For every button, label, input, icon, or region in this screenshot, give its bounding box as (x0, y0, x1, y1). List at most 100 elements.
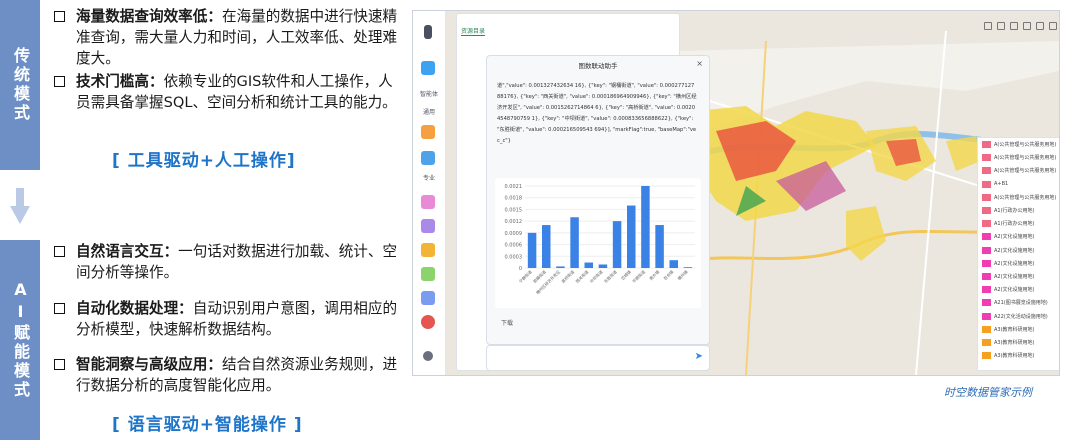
legend-item: A3(教育科研用地) (978, 336, 1059, 349)
bullet-square-icon (54, 246, 65, 257)
x-tick-label: 横州镇 (676, 268, 689, 281)
y-tick-label: 0.0018 (505, 196, 523, 202)
y-tick-label: 0.0003 (505, 254, 523, 260)
legend-swatch (982, 220, 991, 228)
legend-swatch (982, 207, 991, 215)
pen-icon[interactable] (421, 195, 435, 209)
legend-label: A+B1 (994, 181, 1009, 188)
chart-bar (612, 221, 622, 268)
x-tick-label: 高桥街道 (560, 268, 576, 284)
legend-swatch (982, 286, 991, 294)
chat-input[interactable]: ➤ (486, 345, 710, 371)
y-tick-label: 0 (519, 266, 522, 272)
bullet-square-icon (54, 11, 65, 22)
legend-label: A21(图书展览设施用地) (994, 300, 1048, 307)
legend-swatch (982, 272, 991, 280)
app-screenshot: 智能体 通用 专业 资源目录 图数联动助手 × 道","value": 0.00… (412, 10, 1060, 376)
x-tick-label: 横州区经济开发区 (534, 268, 561, 295)
legend-item: A3(教育科研用地) (978, 349, 1059, 362)
legend-label: A1(行政办公用地) (994, 221, 1035, 228)
y-tick-label: 0.0015 (505, 207, 523, 213)
legend-swatch (982, 259, 991, 267)
chart-bar (584, 262, 593, 268)
legend-swatch (982, 338, 991, 346)
ai-item-2: 自动化数据处理：自动识别用户意图，调用相应的分析模型，快速解析数据结构。 (54, 298, 399, 340)
x-tick-label: 中坝街道 (588, 268, 604, 284)
legend-label: A2(文化设施用地) (994, 287, 1035, 294)
legend-label: A3(教育科研用地) (994, 326, 1035, 333)
chart-bar (570, 217, 579, 268)
tab-resource-catalog[interactable]: 资源目录 (461, 26, 486, 36)
legend-item: A(公共管理与公共服务用地) (978, 164, 1059, 177)
map-legend: A(公共管理与公共服务用地) A(公共管理与公共服务用地) A(公共管理与公共服务用… (977, 137, 1059, 371)
legend-label: A1(行政办公用地) (994, 208, 1035, 215)
legend-label: A(公共管理与公共服务用地) (994, 155, 1057, 162)
legend-label: A(公共管理与公共服务用地) (994, 194, 1057, 201)
legend-label: A2(文化设施用地) (994, 273, 1035, 280)
rail-label: 专业 (422, 175, 435, 182)
chat-icon[interactable] (421, 61, 435, 75)
document-icon[interactable] (421, 125, 435, 139)
legend-item: A+B1 (978, 178, 1059, 191)
y-tick-label: 0.0021 (505, 184, 523, 190)
legend-swatch (982, 167, 991, 175)
rectangle-tool-icon[interactable] (1036, 22, 1044, 30)
dialog-title: 图数联动助手 (578, 62, 618, 70)
traditional-item-1: 海量数据查询效率低：在海量的数据中进行快速精准查询，需大量人力和时间，人工效率低… (54, 6, 399, 69)
menu-icon[interactable] (424, 25, 432, 39)
close-icon[interactable]: × (696, 59, 703, 68)
left-rail: 智能体 通用 专业 (413, 11, 446, 375)
y-tick-label: 0.0012 (505, 219, 523, 225)
legend-item: A2(文化设施用地) (978, 283, 1059, 296)
chart-bar (641, 186, 650, 268)
download-button[interactable]: 下载 (501, 318, 513, 327)
chart-bar (527, 232, 537, 268)
map-toolbar (984, 19, 1059, 33)
measure-tool-icon[interactable] (1010, 22, 1018, 30)
legend-item: A2(文化设施用地) (978, 270, 1059, 283)
gear-icon[interactable] (423, 351, 433, 361)
caption: 时空数据管家示例 (944, 386, 1032, 399)
legend-label: A2(文化设施用地) (994, 247, 1035, 254)
legend-label: A(公共管理与公共服务用地) (994, 168, 1057, 175)
dialog-response-text: 道","value": 0.001327432634 16}, {"key": … (497, 83, 697, 144)
x-tick-label: 东胜街道 (602, 268, 618, 284)
person-icon[interactable] (421, 219, 435, 233)
map-view[interactable]: 资源目录 图数联动助手 × 道","value": 0.001327432634… (446, 11, 1059, 375)
legend-swatch (982, 233, 991, 241)
pan-tool-icon[interactable] (997, 22, 1005, 30)
check-icon[interactable] (421, 267, 435, 281)
chart-bar (556, 266, 565, 268)
x-tick-label: 南乡镇 (648, 268, 661, 281)
ai-tag: [ 语言驱动+智能操作 ] (112, 415, 303, 435)
tool-icon[interactable] (421, 243, 435, 257)
legend-swatch (982, 325, 991, 333)
y-tick-label: 0.0009 (505, 231, 523, 237)
bullet-square-icon (54, 303, 65, 314)
book-icon[interactable] (421, 151, 435, 165)
legend-swatch (982, 352, 991, 360)
down-arrow-icon (10, 188, 30, 224)
chart-bar (627, 205, 636, 268)
chart-bar (655, 225, 664, 268)
circle-tool-icon[interactable] (1023, 22, 1031, 30)
copy-icon[interactable] (421, 291, 435, 305)
legend-swatch (982, 193, 991, 201)
x-tick-label: 峦城镇 (619, 268, 632, 281)
send-icon[interactable]: ➤ (695, 351, 703, 362)
ai-mode-label: AI赋能模式 (0, 240, 40, 440)
legend-label: A3(教育科研用地) (994, 339, 1035, 346)
layers-icon[interactable] (1049, 22, 1057, 30)
ai-item-1: 自然语言交互：一句话对数据进行加载、统计、空间分析等操作。 (54, 241, 399, 283)
legend-item: A1(行政办公用地) (978, 204, 1059, 217)
location-icon[interactable] (421, 315, 435, 329)
legend-swatch (982, 180, 991, 188)
item-title: 自然语言交互： (76, 243, 179, 260)
chart-bar (598, 264, 608, 268)
ai-item-3: 智能洞察与高级应用：结合自然资源业务规则，进行数据分析的高度智能化应用。 (54, 354, 399, 396)
select-tool-icon[interactable] (984, 22, 992, 30)
legend-item: A21(图书展览设施用地) (978, 296, 1059, 309)
legend-swatch (982, 299, 991, 307)
traditional-item-2: 技术门槛高：依赖专业的GIS软件和人工操作，人员需具备掌握SQL、空间分析和统计… (54, 71, 399, 113)
legend-label: A2(文化设施用地) (994, 260, 1035, 267)
